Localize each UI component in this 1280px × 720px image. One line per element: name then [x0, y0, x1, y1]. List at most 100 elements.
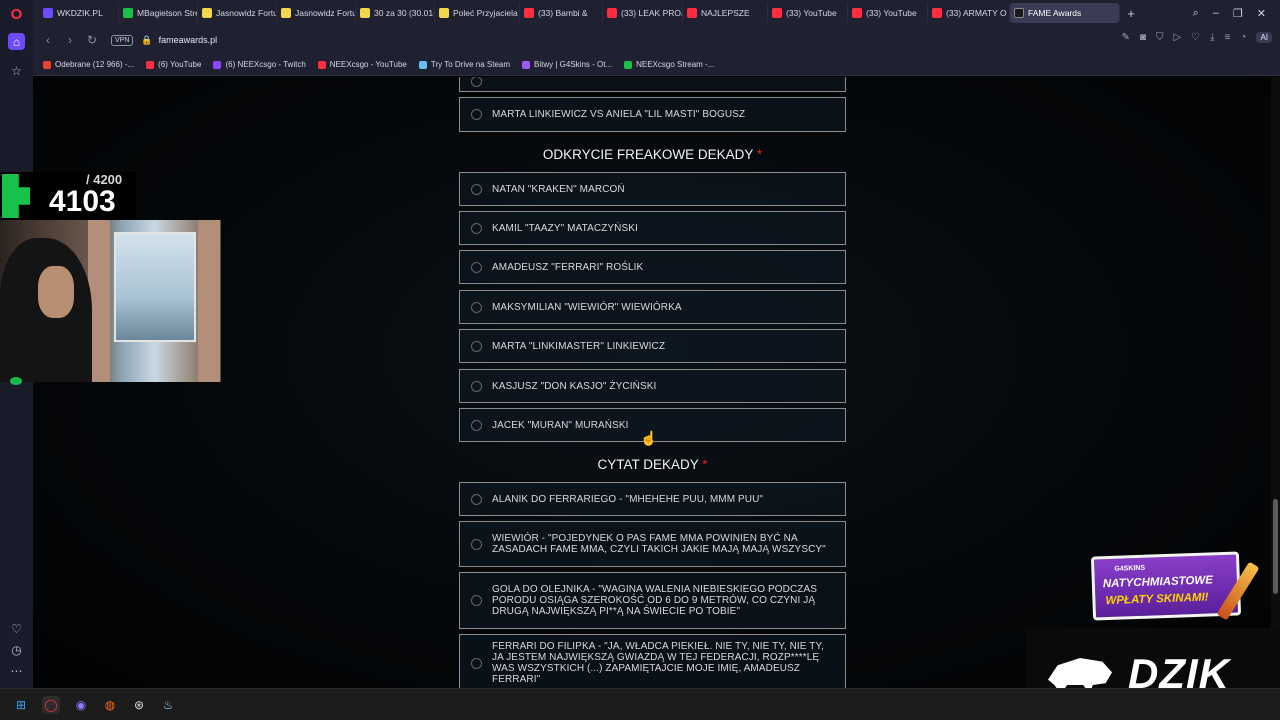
tab-favicon-icon: [43, 8, 53, 18]
radio-button[interactable]: [471, 222, 482, 234]
shield-icon[interactable]: ⛉: [1156, 32, 1164, 43]
search-tabs-icon[interactable]: ⌕: [1193, 7, 1199, 20]
new-tab-button[interactable]: +: [1120, 6, 1142, 21]
radio-button[interactable]: [471, 657, 482, 669]
option-label: KAMIL "TAAZY" MATACZYŃSKI: [492, 222, 638, 234]
curtain: [198, 220, 220, 382]
section-title-text: CYTAT DEKADY: [597, 457, 699, 472]
close-button[interactable]: ✕: [1257, 7, 1266, 20]
obs-taskbar-icon[interactable]: ⊛: [130, 696, 148, 714]
vpn-badge[interactable]: VPN: [111, 34, 134, 46]
tab[interactable]: Poleć Przyjaciela: [435, 3, 520, 23]
radio-button[interactable]: [471, 261, 482, 273]
reload-icon[interactable]: ↻: [85, 33, 99, 47]
radio-button[interactable]: [471, 77, 482, 87]
forward-icon[interactable]: ›: [63, 33, 77, 47]
option-prev[interactable]: MARTA LINKIEWICZ VS ANIELA "LIL MASTI" B…: [459, 97, 846, 132]
play-icon[interactable]: ▷: [1173, 32, 1181, 43]
tab[interactable]: (33) YouTube: [768, 3, 848, 23]
tab[interactable]: NAJLEPSZE: [683, 3, 768, 23]
tab-favicon-icon: [1014, 8, 1024, 18]
tab-favicon-icon: [524, 8, 534, 18]
option-quote[interactable]: FERRARI DO FILIPKA - "JA, WŁADCA PIEKIEŁ…: [459, 634, 846, 688]
option-partial[interactable]: [459, 77, 846, 92]
option-quote[interactable]: ALANIK DO FERRARIEGO - "MHEHEHE PUU, MMM…: [459, 482, 846, 516]
option-freak[interactable]: MARTA "LINKIMASTER" LINKIEWICZ: [459, 329, 846, 363]
option-freak[interactable]: KAMIL "TAAZY" MATACZYŃSKI: [459, 211, 846, 245]
radio-button[interactable]: [471, 419, 482, 431]
edit-icon[interactable]: ✎: [1122, 32, 1130, 43]
more-icon[interactable]: ⋯: [8, 662, 25, 679]
bookmark-item[interactable]: (6) YouTube: [146, 60, 201, 69]
page-scrollbar[interactable]: [1271, 77, 1280, 688]
radio-button[interactable]: [471, 183, 482, 195]
radio-button[interactable]: [471, 538, 482, 550]
home-icon[interactable]: ⌂: [8, 33, 25, 50]
tab-label: (33) LEAK PROJE: [621, 8, 682, 18]
scrollbar-thumb[interactable]: [1273, 499, 1278, 594]
discord-taskbar-icon[interactable]: ◉: [72, 696, 90, 714]
tab[interactable]: Jasnowidz Fortu: [277, 3, 356, 23]
bookmark-item[interactable]: NEEXcsgo - YouTube: [317, 60, 407, 69]
bookmark-item[interactable]: Odebrane (12 966) -...: [43, 60, 134, 69]
opera-logo-icon[interactable]: O: [8, 6, 25, 23]
radio-button[interactable]: [471, 595, 482, 606]
taskbar: ⊞ ◯ ◉ ◍ ⊛ ♨: [0, 688, 1280, 720]
tab-label: NAJLEPSZE: [701, 8, 750, 18]
bookmark-item[interactable]: Try To Drive na Steam: [418, 60, 510, 69]
bookmark-item[interactable]: (6) NEEXcsgo - Twitch: [213, 60, 306, 69]
lock-icon[interactable]: 🔒: [141, 35, 152, 46]
counter-value: 4103: [49, 185, 116, 218]
section-title: CYTAT DEKADY *: [459, 457, 846, 472]
radio-button[interactable]: [471, 301, 482, 313]
option-label: JACEK "MURAN" MURAŃSKI: [492, 419, 629, 431]
tab[interactable]: MBagietson Stre: [119, 3, 198, 23]
windows-start-icon[interactable]: ⊞: [12, 696, 30, 714]
tab[interactable]: (33) YouTube: [848, 3, 928, 23]
option-quote[interactable]: GOLA DO OLEJNIKA - "WAGINA WALENIA NIEBI…: [459, 572, 846, 629]
back-icon[interactable]: ‹: [41, 33, 55, 47]
url-field[interactable]: fameawards.pl: [159, 35, 218, 45]
steam-taskbar-icon[interactable]: ♨: [159, 696, 177, 714]
option-label: MAKSYMILIAN "WIEWIÓR" WIEWIÓRKA: [492, 301, 682, 313]
download-icon[interactable]: ⤓: [1210, 32, 1214, 43]
tab[interactable]: (33) LEAK PROJE: [603, 3, 683, 23]
tab[interactable]: (33) ARMATY O: [928, 3, 1010, 23]
maximize-button[interactable]: ❐: [1233, 7, 1243, 20]
opera-taskbar-icon[interactable]: ◯: [42, 696, 60, 714]
minimize-button[interactable]: –: [1213, 7, 1219, 19]
tab[interactable]: Jasnowidz Fortu: [198, 3, 277, 23]
bookmark-label: NEEXcsgo Stream -...: [636, 60, 715, 69]
tab[interactable]: (33) Bambi &: [520, 3, 603, 23]
option-quote[interactable]: WIEWIÓR - "POJEDYNEK O PAS FAME MMA POWI…: [459, 521, 846, 567]
radio-button[interactable]: [471, 340, 482, 352]
option-freak[interactable]: MAKSYMILIAN "WIEWIÓR" WIEWIÓRKA: [459, 290, 846, 324]
tab-label: MBagietson Stre: [137, 8, 198, 18]
heart-outline-icon[interactable]: ♡: [1191, 32, 1200, 43]
window-controls: ⌕ – ❐ ✕: [1193, 0, 1280, 26]
radio-button[interactable]: [471, 109, 482, 120]
profile-icon[interactable]: ◔: [1240, 32, 1246, 43]
tab-favicon-icon: [772, 8, 782, 18]
tab[interactable]: WKDZIK.PL: [39, 3, 119, 23]
bookmark-favicon-icon: [213, 60, 222, 69]
radio-button[interactable]: [471, 493, 482, 505]
option-freak[interactable]: AMADEUSZ "FERRARI" ROŚLIK: [459, 250, 846, 284]
option-freak[interactable]: NATAN "KRAKEN" MARCOŃ: [459, 172, 846, 206]
bookmark-item[interactable]: NEEXcsgo Stream -...: [624, 60, 714, 69]
menu-icon[interactable]: ≡: [1225, 32, 1231, 43]
bookmark-favicon-icon: [43, 60, 51, 69]
camera-icon[interactable]: ◙: [1140, 32, 1146, 43]
tab[interactable]: 30 za 30 (30.01-: [356, 3, 435, 23]
tab-label: 30 za 30 (30.01-: [374, 8, 435, 18]
ai-button[interactable]: AI: [1256, 32, 1272, 43]
option-freak[interactable]: KASJUSZ "DON KASJO" ŻYCIŃSKI: [459, 369, 846, 403]
heart-icon[interactable]: ♡: [8, 620, 25, 637]
bookmark-item[interactable]: Bitwy | G4Skins - Ot...: [522, 60, 612, 69]
tab-label: (33) Bambi &: [538, 8, 588, 18]
app-taskbar-icon[interactable]: ◍: [101, 696, 119, 714]
history-icon[interactable]: ◷: [8, 641, 25, 658]
tab-active[interactable]: FAME Awards: [1010, 3, 1120, 23]
radio-button[interactable]: [471, 380, 482, 392]
star-icon[interactable]: ☆: [8, 62, 25, 79]
